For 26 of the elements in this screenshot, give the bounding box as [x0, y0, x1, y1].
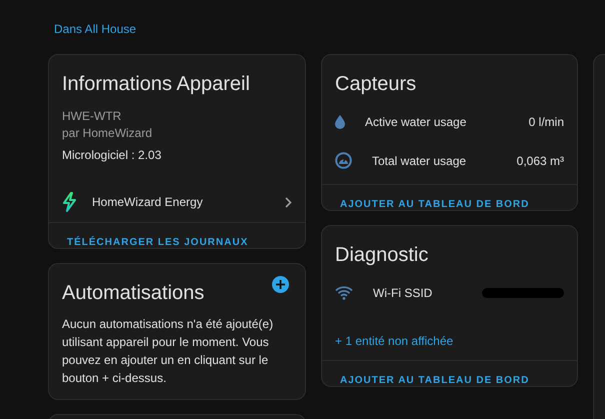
card-title: Informations Appareil [61, 72, 251, 96]
lightning-icon [62, 192, 78, 212]
water-drop-icon [335, 114, 345, 128]
card-title: Automatisations [61, 281, 206, 305]
add-button[interactable] [272, 276, 289, 293]
plus-icon [276, 280, 285, 289]
firmware-version: Micrologiciel : 2.03 [62, 148, 162, 162]
entity-value: 0,063 m³ [516, 154, 564, 168]
entity-value: 0 l/min [528, 114, 564, 128]
device-model: HWE-WTR [62, 108, 122, 125]
hidden-entities-link[interactable]: + 1 entité non affichée [322, 316, 577, 360]
integration-item[interactable]: HomeWizard Energy [49, 182, 305, 222]
chevron-right-icon [285, 196, 292, 208]
area-link[interactable]: Dans All House [54, 22, 136, 36]
add-to-dashboard-button[interactable]: AJOUTER AU TABLEAU DE BORD [334, 197, 536, 212]
card-title: Diagnostic [334, 243, 430, 267]
device-manufacturer: par HomeWizard [62, 125, 154, 142]
download-logs-button[interactable]: TÉLÉCHARGER LES JOURNAUX [61, 235, 254, 250]
entity-name[interactable]: Total water usage [372, 154, 517, 168]
card-title: Capteurs [334, 72, 418, 96]
wifi-icon [335, 286, 353, 300]
entity-name[interactable]: Active water usage [365, 114, 529, 128]
empty-message: Aucun automatisations n'a été ajouté(e) utilisant appareil pour le moment. Vous pouvez en ajouter un en cliquant sur le bouton + ci-dessus. [61, 316, 274, 387]
entity-name[interactable]: Wi-Fi SSID [373, 286, 482, 300]
gauge-icon [335, 152, 352, 169]
add-to-dashboard-button[interactable]: AJOUTER AU TABLEAU DE BORD [334, 373, 536, 388]
